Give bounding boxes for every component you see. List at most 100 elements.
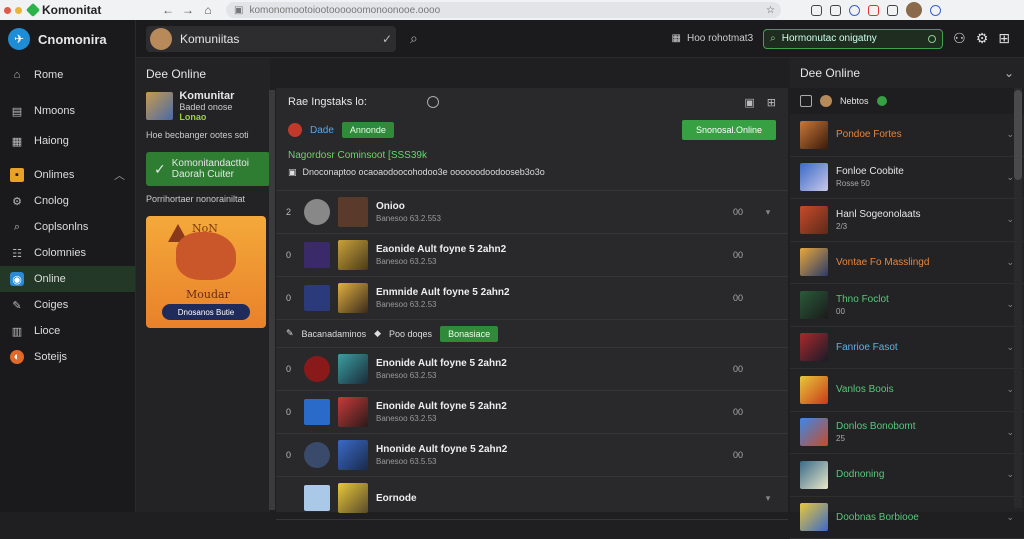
chevron-down-icon[interactable]: ⌄: [1006, 384, 1014, 395]
account-icon[interactable]: [930, 5, 941, 16]
checkbox-icon[interactable]: [800, 95, 812, 107]
sidebar-item-communities[interactable]: ☷Colomnies: [0, 240, 135, 266]
chevron-down-icon[interactable]: ⌄: [1004, 66, 1014, 80]
grid-icon[interactable]: ⊞: [998, 30, 1010, 47]
sidebar-item-calendar[interactable]: ▦Haiong: [0, 128, 135, 154]
list-item[interactable]: 0 Enmnide Ault foyne 5 2ahn2Banesoo 63.2…: [276, 277, 788, 320]
status-pill[interactable]: ⌕ Hormonutac onigatny: [763, 29, 943, 49]
chevron-down-icon[interactable]: ⌄: [1006, 342, 1014, 353]
primary-button[interactable]: Snonosal.Online: [682, 120, 776, 140]
extension-icon[interactable]: [811, 5, 822, 16]
panel-header: Rae Ingstaks lo: ▣ ⊞: [276, 88, 788, 116]
home-nav-icon[interactable]: ⌂: [198, 3, 218, 17]
list-item[interactable]: Eornode ▾: [276, 477, 788, 520]
menu-icon[interactable]: [887, 5, 898, 16]
tag-badge[interactable]: Annonde: [342, 122, 394, 138]
sidebar-item-news[interactable]: ▤Nmoons: [0, 98, 135, 124]
center-panel: Rae Ingstaks lo: ▣ ⊞ Dade Annonde Snonos…: [276, 88, 788, 512]
address-bar[interactable]: ▣ komonomootoiootoooooomonoonooe.oooo ☆: [226, 2, 781, 18]
browser-tab[interactable]: Komonitat: [28, 3, 158, 17]
people-icon[interactable]: ⚇: [953, 30, 966, 47]
sidebar-item-catalog[interactable]: ⚙Cnolog: [0, 188, 135, 214]
checkbox-icon[interactable]: ▣: [288, 167, 297, 178]
close-dot[interactable]: [4, 7, 11, 14]
back-icon[interactable]: ←: [158, 3, 178, 17]
list-item[interactable]: 0 Hnonide Ault foyne 5 2ahn2Banesoo 63.5…: [276, 434, 788, 477]
ad-button[interactable]: Dnosanos Butie: [162, 304, 250, 320]
scrollbar-thumb[interactable]: [1014, 90, 1022, 180]
sidebar-item-lioce[interactable]: ▥Lioce: [0, 318, 135, 344]
status[interactable]: ▦ Hoo rohotmat3: [672, 33, 754, 44]
chevron-up-icon[interactable]: ︿: [114, 167, 125, 183]
friend-name: Donlos Bonobomt: [836, 421, 998, 432]
ad-subtitle: Moudar: [186, 288, 230, 301]
chevron-down-icon[interactable]: ⌄: [1006, 214, 1014, 225]
edit-icon[interactable]: ✓: [382, 32, 392, 46]
window-controls[interactable]: [4, 7, 22, 14]
friend-row[interactable]: Fonloe CoobiteRosse 50⌄: [790, 157, 1024, 200]
extension-icon[interactable]: [868, 5, 879, 16]
info-icon[interactable]: [427, 96, 439, 108]
minimize-dot[interactable]: [15, 7, 22, 14]
game-icon: [304, 399, 330, 425]
list-item[interactable]: 0 Eaonide Ault foyne 5 2ahn2Banesoo 63.2…: [276, 234, 788, 277]
community-card[interactable]: Komunitar Baded onose Lonao: [136, 90, 270, 122]
list-item[interactable]: 0 Enonide Ault foyne 5 2ahn2Banesoo 63.2…: [276, 348, 788, 391]
profile-avatar[interactable]: [906, 2, 922, 18]
friend-status: 2/3: [836, 222, 998, 231]
promo-ad[interactable]: NoN Moudar Dnosanos Butie: [146, 216, 266, 328]
row-subtitle: Banesoo 63.2.53: [376, 300, 718, 309]
chevron-down-icon[interactable]: ⌄: [1006, 129, 1014, 140]
friend-row[interactable]: Fanrioe Fasot⌄: [790, 327, 1024, 370]
bookmark-star-icon[interactable]: ☆: [766, 5, 775, 16]
tag-label[interactable]: Dade: [310, 125, 334, 136]
chevron-down-icon[interactable]: ▾: [758, 207, 778, 218]
search-icon[interactable]: ⌕: [410, 30, 418, 47]
row-menu[interactable]: ▾: [758, 493, 778, 504]
friend-row[interactable]: Thno Foclot00⌄: [790, 284, 1024, 327]
friend-row[interactable]: Dodnoning⌄: [790, 454, 1024, 497]
friend-row[interactable]: Vanlos Boois⌄: [790, 369, 1024, 412]
friend-row[interactable]: Pondoe Fortes⌄: [790, 114, 1024, 157]
copy-icon[interactable]: ▣: [744, 96, 754, 109]
community-search[interactable]: Komuniitas ✓: [146, 26, 396, 52]
chevron-down-icon[interactable]: ⌄: [1006, 512, 1014, 523]
chevron-down-icon[interactable]: ⌄: [1006, 427, 1014, 438]
list-item[interactable]: 0 Enonide Ault foyne 5 2ahn2Banesoo 63.2…: [276, 391, 788, 434]
friend-row[interactable]: Doobnas Borbiooe⌄: [790, 497, 1024, 539]
sidebar-item-search[interactable]: ⌕Coplsonlns: [0, 214, 135, 240]
toggle-icon[interactable]: [928, 35, 936, 43]
sidebar-item-onlimes[interactable]: ▪Onlimes︿: [0, 162, 135, 188]
friend-name: Hanl Sogeonolaats: [836, 209, 998, 220]
controller-icon: ▦: [672, 33, 681, 44]
sidebar-item-soteijs[interactable]: ◐Soteijs: [0, 344, 135, 370]
scrollbar[interactable]: [1014, 88, 1022, 508]
forward-icon[interactable]: →: [178, 3, 198, 17]
search-input[interactable]: Komuniitas: [180, 32, 239, 46]
friend-row[interactable]: Hanl Sogeonolaats 2/3 ⌄: [790, 199, 1024, 242]
chevron-down-icon[interactable]: ⌄: [1006, 469, 1014, 480]
extension-icon[interactable]: [830, 5, 841, 16]
scrollbar[interactable]: [269, 90, 275, 510]
section-header: ✎ Bacanadaminos ◆ Poo doqes Bonasiace: [276, 320, 788, 348]
sidebar-item-online[interactable]: ◉Online: [0, 266, 135, 292]
grid-icon[interactable]: ⊞: [767, 96, 776, 109]
friend-row[interactable]: Donlos Bonobomt25⌄: [790, 412, 1024, 455]
friend-name: Thno Foclot: [836, 294, 998, 305]
chevron-down-icon[interactable]: ⌄: [1006, 172, 1014, 183]
friend-row[interactable]: Vontae Fo Masslingd⌄: [790, 242, 1024, 285]
chevron-down-icon[interactable]: ⌄: [1006, 257, 1014, 268]
browser-extensions: [811, 2, 941, 18]
chevron-down-icon[interactable]: ⌄: [1006, 299, 1014, 310]
sidebar-header[interactable]: ✈ Cnomonira: [0, 20, 135, 58]
sync-icon[interactable]: [849, 5, 860, 16]
section-badge[interactable]: Bonasiace: [440, 326, 498, 342]
list-item[interactable]: 2 OniooBanesoo 63.2.553 00 ▾: [276, 191, 788, 234]
sidebar-item-coiges[interactable]: ✎Coiges: [0, 292, 135, 318]
gear-icon: ⚙: [10, 194, 24, 208]
banner-title: Komonitandacttoi: [172, 158, 249, 169]
featured-banner[interactable]: ✓ Komonitandacttoi Daorah Cuiter: [146, 152, 270, 186]
browser-bar: Komonitat ← → ⌂ ▣ komonomootoiootoooooom…: [0, 0, 1024, 20]
settings-gear-icon[interactable]: ⚙: [976, 30, 989, 47]
sidebar-item-home[interactable]: ⌂Rome: [0, 62, 135, 88]
